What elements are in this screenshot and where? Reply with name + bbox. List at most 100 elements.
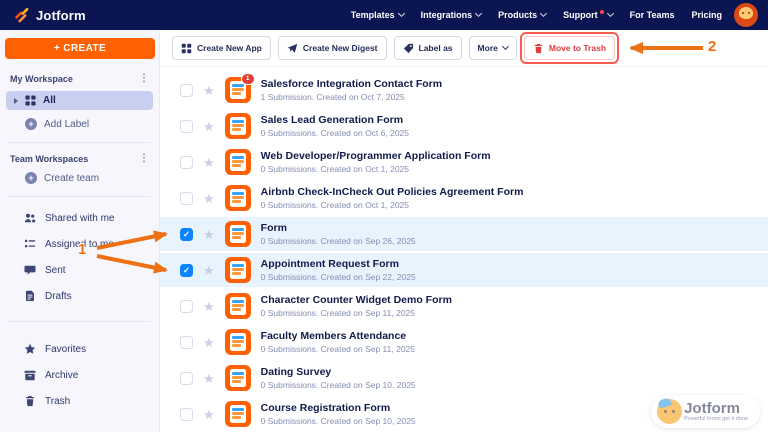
form-row[interactable]: ✓ ★ Dating Survey 0 Submissions. Created… bbox=[160, 361, 768, 395]
jotform-logo-icon bbox=[14, 8, 29, 23]
create-button[interactable]: + CREATE bbox=[5, 38, 155, 59]
form-checkbox[interactable]: ✓ bbox=[180, 264, 193, 277]
form-checkbox[interactable]: ✓ bbox=[180, 300, 193, 313]
navbar-item[interactable]: Templates bbox=[351, 10, 404, 20]
form-icon[interactable] bbox=[225, 113, 251, 139]
form-title[interactable]: Salesforce Integration Contact Form bbox=[261, 78, 442, 90]
chevron-down-icon bbox=[540, 10, 547, 17]
forms-list: ✓ ★ 1 Salesforce Integration Contact For… bbox=[160, 67, 768, 432]
form-meta: 0 Submissions. Created on Sep 26, 2025 bbox=[261, 236, 416, 246]
form-checkbox[interactable]: ✓ bbox=[180, 408, 193, 421]
expand-caret-icon[interactable] bbox=[14, 98, 18, 104]
plus-circle-icon: + bbox=[25, 172, 37, 184]
more-button[interactable]: More bbox=[469, 36, 517, 60]
form-icon[interactable] bbox=[225, 401, 251, 427]
more-label: More bbox=[478, 43, 498, 53]
form-icon[interactable] bbox=[225, 365, 251, 391]
form-icon[interactable] bbox=[225, 185, 251, 211]
sidebar-item[interactable]: Trash bbox=[0, 388, 159, 414]
favorite-star-icon[interactable]: ★ bbox=[203, 300, 215, 313]
create-new-app-button[interactable]: Create New App bbox=[172, 36, 271, 60]
form-checkbox[interactable]: ✓ bbox=[180, 192, 193, 205]
sidebar-item[interactable]: Drafts bbox=[0, 283, 159, 309]
form-row[interactable]: ✓ ★ Form 0 Submissions. Created on Sep 2… bbox=[160, 217, 768, 251]
sidebar-item[interactable]: Assigned to me bbox=[0, 231, 159, 257]
main-content: Create New App Create New Digest Label a… bbox=[160, 30, 768, 432]
favorite-star-icon[interactable]: ★ bbox=[203, 192, 215, 205]
navbar-item[interactable]: Pricing bbox=[691, 10, 722, 20]
trash-icon bbox=[24, 395, 36, 407]
favorite-star-icon[interactable]: ★ bbox=[203, 264, 215, 277]
form-checkbox[interactable]: ✓ bbox=[180, 228, 193, 241]
form-icon[interactable] bbox=[225, 257, 251, 283]
form-icon[interactable] bbox=[225, 329, 251, 355]
form-title[interactable]: Appointment Request Form bbox=[261, 258, 416, 270]
form-icon[interactable] bbox=[225, 293, 251, 319]
sidebar-item[interactable]: Favorites bbox=[0, 336, 159, 362]
form-icon[interactable]: 1 bbox=[225, 77, 251, 103]
sidebar-item[interactable]: Shared with me bbox=[0, 205, 159, 231]
favorite-star-icon[interactable]: ★ bbox=[203, 408, 215, 421]
form-row[interactable]: ✓ ★ Appointment Request Form 0 Submissio… bbox=[160, 253, 768, 287]
form-title[interactable]: Sales Lead Generation Form bbox=[261, 114, 409, 126]
favorite-star-icon[interactable]: ★ bbox=[203, 228, 215, 241]
sidebar-item-label: Trash bbox=[45, 396, 70, 407]
sidebar-nav: Shared with me Assigned to me Sent Draft… bbox=[0, 205, 159, 309]
team-workspaces-title: Team Workspaces bbox=[10, 154, 88, 164]
add-label-text: Add Label bbox=[44, 119, 89, 130]
form-checkbox[interactable]: ✓ bbox=[180, 372, 193, 385]
avatar-face bbox=[739, 7, 753, 19]
sidebar: + CREATE My Workspace ⋮ All + Add Label bbox=[0, 30, 160, 432]
favorite-star-icon[interactable]: ★ bbox=[203, 336, 215, 349]
form-icon[interactable] bbox=[225, 149, 251, 175]
form-row[interactable]: ✓ ★ Course Registration Form 0 Submissio… bbox=[160, 397, 768, 431]
label-as-button[interactable]: Label as bbox=[394, 36, 462, 60]
form-row[interactable]: ✓ ★ Web Developer/Programmer Application… bbox=[160, 145, 768, 179]
form-icon[interactable] bbox=[225, 221, 251, 247]
form-title[interactable]: Form bbox=[261, 222, 416, 234]
sidebar-item[interactable]: Archive bbox=[0, 362, 159, 388]
sidebar-item-all[interactable]: All bbox=[6, 91, 153, 110]
draft-icon bbox=[24, 290, 36, 302]
form-meta: 0 Submissions. Created on Sep 22, 2025 bbox=[261, 272, 416, 282]
user-avatar-button[interactable] bbox=[734, 3, 758, 27]
form-row[interactable]: ✓ ★ Faculty Members Attendance 0 Submiss… bbox=[160, 325, 768, 359]
form-title[interactable]: Faculty Members Attendance bbox=[261, 330, 415, 342]
jotform-logo[interactable]: Jotform bbox=[14, 8, 86, 23]
sidebar-divider bbox=[8, 142, 151, 143]
form-title[interactable]: Web Developer/Programmer Application For… bbox=[261, 150, 491, 162]
form-row[interactable]: ✓ ★ Character Counter Widget Demo Form 0… bbox=[160, 289, 768, 323]
form-title[interactable]: Character Counter Widget Demo Form bbox=[261, 294, 452, 306]
add-label-button[interactable]: + Add Label bbox=[0, 110, 159, 130]
form-title[interactable]: Airbnb Check-InCheck Out Policies Agreem… bbox=[261, 186, 524, 198]
form-title[interactable]: Dating Survey bbox=[261, 366, 416, 378]
team-workspaces-menu-button[interactable]: ⋮ bbox=[139, 154, 149, 164]
favorite-star-icon[interactable]: ★ bbox=[203, 372, 215, 385]
form-checkbox[interactable]: ✓ bbox=[180, 120, 193, 133]
sidebar-item-label: Drafts bbox=[45, 291, 72, 302]
form-row[interactable]: ✓ ★ 1 Salesforce Integration Contact For… bbox=[160, 73, 768, 107]
create-new-digest-button[interactable]: Create New Digest bbox=[278, 36, 387, 60]
my-workspace-menu-button[interactable]: ⋮ bbox=[139, 74, 149, 84]
form-checkbox[interactable]: ✓ bbox=[180, 156, 193, 169]
favorite-star-icon[interactable]: ★ bbox=[203, 156, 215, 169]
form-title[interactable]: Course Registration Form bbox=[261, 402, 416, 414]
favorite-star-icon[interactable]: ★ bbox=[203, 84, 215, 97]
sidebar-item[interactable]: Sent bbox=[0, 257, 159, 283]
favorite-star-icon[interactable]: ★ bbox=[203, 120, 215, 133]
navbar-item[interactable]: Products bbox=[498, 10, 546, 20]
navbar-menu: Templates Integrations Products Support … bbox=[351, 10, 722, 20]
form-row[interactable]: ✓ ★ Sales Lead Generation Form 0 Submiss… bbox=[160, 109, 768, 143]
form-checkbox[interactable]: ✓ bbox=[180, 84, 193, 97]
navbar-item[interactable]: For Teams bbox=[630, 10, 675, 20]
move-to-trash-button[interactable]: Move to Trash bbox=[524, 36, 615, 60]
form-checkbox[interactable]: ✓ bbox=[180, 336, 193, 349]
jotform-workspace-app: Jotform Templates Integrations Products … bbox=[0, 0, 768, 432]
star-icon bbox=[24, 343, 36, 355]
navbar-item[interactable]: Support bbox=[563, 10, 613, 20]
label-as-label: Label as bbox=[419, 43, 453, 53]
navbar-item[interactable]: Integrations bbox=[421, 10, 482, 20]
form-row[interactable]: ✓ ★ Airbnb Check-InCheck Out Policies Ag… bbox=[160, 181, 768, 215]
create-team-button[interactable]: + Create team bbox=[0, 164, 159, 184]
paper-plane-icon bbox=[287, 43, 298, 54]
